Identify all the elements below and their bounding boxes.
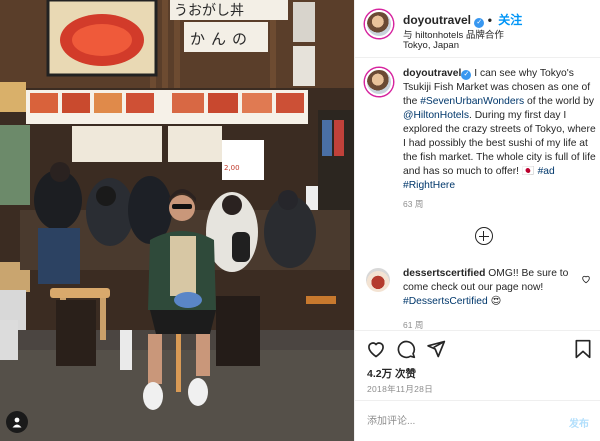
post-header: doyoutravel ✓ • 关注 与 hiltonhotels 品牌合作 T… [355, 0, 600, 58]
post-photo[interactable]: うおがし丼 かんの 2,00 [0, 0, 354, 441]
caption-author-avatar[interactable] [365, 68, 393, 96]
comment-bubble-icon[interactable] [396, 339, 416, 359]
post-side-panel: doyoutravel ✓ • 关注 与 hiltonhotels 品牌合作 T… [354, 0, 600, 441]
japan-flag-emoji: 🇯🇵 [521, 166, 535, 177]
hashtag-dessertscertified[interactable]: #DessertsCertified [403, 296, 488, 307]
caption-username[interactable]: doyoutravel [403, 68, 461, 79]
hashtag-righthere[interactable]: #RightHere [403, 180, 455, 191]
comment-like-heart-icon[interactable] [581, 274, 591, 284]
fish-market-photo: うおがし丼 かんの 2,00 [0, 0, 354, 441]
post-location[interactable]: Tokyo, Japan [403, 40, 459, 51]
like-heart-icon[interactable] [366, 339, 386, 359]
comment-timestamp: 61 周 [403, 320, 424, 330]
mention-hiltonhotels[interactable]: @HiltonHotels [403, 110, 469, 121]
likes-count[interactable]: 4.2万 次赞 [367, 366, 416, 381]
sign-line2: かんの [190, 30, 253, 48]
caption-timestamp[interactable]: 63 周 [403, 198, 423, 210]
commenter-avatar[interactable] [366, 268, 390, 292]
author-username[interactable]: doyoutravel [403, 13, 471, 27]
share-send-icon[interactable] [426, 339, 446, 359]
author-avatar[interactable] [365, 10, 393, 38]
paid-partnership[interactable]: 与 hiltonhotels 品牌合作 [403, 27, 504, 41]
instagram-post-modal: うおがし丼 かんの 2,00 doyoutravel ✓ • 关注 与 hilt… [0, 0, 600, 441]
sign-line1: うおがし丼 [174, 3, 244, 19]
comment-text: dessertscertified OMG!! Be sure to come … [403, 267, 583, 309]
caption-verified-badge-icon: ✓ [461, 70, 472, 80]
add-comment-bar: 发布 [355, 400, 600, 441]
follow-button[interactable]: 关注 [498, 13, 522, 27]
post-comment-button[interactable]: 发布 [569, 415, 589, 430]
hashtag-seven-urban-wonders[interactable]: #SevenUrbanWonders [420, 96, 524, 107]
hashtag-ad[interactable]: #ad [538, 166, 555, 177]
caption-text-2: of the world by [524, 96, 595, 107]
heart-eyes-emoji: 😍 [490, 296, 502, 307]
author-line: doyoutravel ✓ • 关注 [403, 11, 522, 28]
commenter-username[interactable]: dessertscertified [403, 268, 485, 279]
load-more-comments-icon[interactable] [475, 227, 493, 245]
comment-input[interactable] [367, 411, 547, 431]
tagged-user-icon[interactable] [6, 411, 28, 433]
separator-dot: • [487, 13, 492, 27]
menu-price: 2,00 [224, 164, 240, 172]
save-bookmark-icon[interactable] [574, 339, 592, 359]
post-date[interactable]: 2018年11月28日 [367, 383, 433, 395]
caption-text: doyoutravel ✓ I can see why Tokyo's Tsuki… [403, 67, 599, 193]
